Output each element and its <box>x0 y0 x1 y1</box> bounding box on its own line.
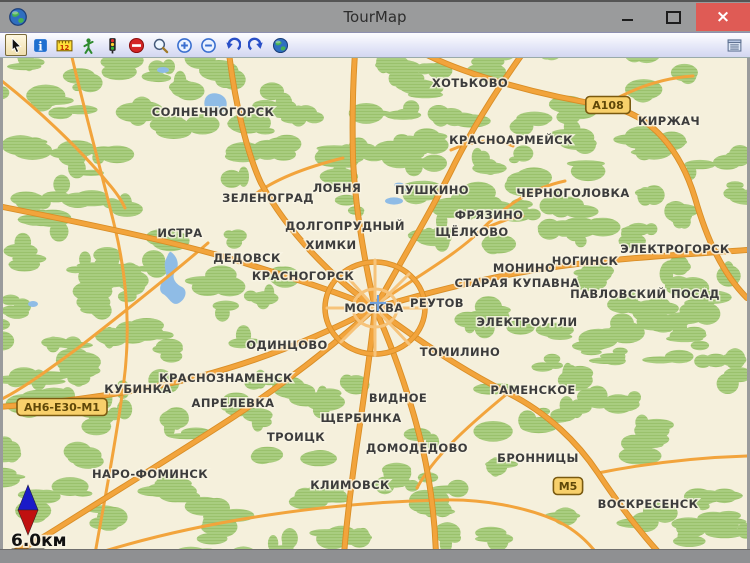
pointer-icon <box>11 36 22 53</box>
zoom-out-button[interactable] <box>197 34 219 56</box>
undo-icon <box>225 37 241 50</box>
app-window: TourMap × i 12 ХОТЬКОВО СОЛНЕЧНОГОРСК КИРЖА… <box>0 0 750 563</box>
city-label: ЛОБНЯ <box>313 181 362 195</box>
city-label: КРАСНОАРМЕЙСК <box>449 132 573 147</box>
city-label: ХИМКИ <box>306 238 357 252</box>
undo-button[interactable] <box>221 34 243 56</box>
globe-icon <box>9 8 27 26</box>
city-label: ФРЯЗИНО <box>455 208 524 222</box>
city-label: КУБИНКА <box>104 382 171 396</box>
city-label: ВИДНОЕ <box>369 391 427 405</box>
person-button[interactable] <box>77 34 99 56</box>
no-entry-button[interactable] <box>125 34 147 56</box>
road-badge-label: М5 <box>559 480 578 493</box>
city-label: КИРЖАЧ <box>638 114 700 128</box>
report-button[interactable] <box>723 34 745 56</box>
traffic-light-button[interactable] <box>101 34 123 56</box>
city-label: НОГИНСК <box>552 254 619 268</box>
zoom-out-icon <box>200 37 216 53</box>
city-label: СТАРАЯ КУПАВНА <box>454 276 579 290</box>
road-badge-label: АН6-Е30-М1 <box>24 401 100 414</box>
magnifier-button[interactable] <box>149 34 171 56</box>
toolbar: i 12 <box>0 32 750 58</box>
magnifier-icon <box>153 38 168 53</box>
zoom-in-icon <box>176 37 192 53</box>
window-bottom-border <box>0 549 750 563</box>
person-icon <box>82 37 94 54</box>
city-label: МОНИНО <box>493 261 555 275</box>
city-label: ТРОИЦК <box>267 430 325 444</box>
city-label: ДОЛГОПРУДНЫЙ <box>285 218 405 233</box>
city-label: ПУШКИНО <box>395 183 469 197</box>
city-label: КРАСНОГОРСК <box>252 269 355 283</box>
redo-button[interactable] <box>245 34 267 56</box>
city-label: ОДИНЦОВО <box>246 338 327 352</box>
info-icon: i <box>33 38 47 53</box>
ruler-icon: 12 <box>56 39 72 51</box>
svg-text:12: 12 <box>59 43 69 51</box>
city-label: ЩЁЛКОВО <box>435 224 508 239</box>
info-button[interactable]: i <box>29 34 51 56</box>
city-label: ХОТЬКОВО <box>432 76 508 90</box>
city-label: НАРО-ФОМИНСК <box>92 467 208 481</box>
window-controls: × <box>604 2 750 32</box>
city-label: СОЛНЕЧНОГОРСК <box>152 105 275 119</box>
city-label: РАМЕНСКОЕ <box>490 383 575 397</box>
close-button[interactable]: × <box>696 3 750 31</box>
map-scale-label: 6.0км <box>11 531 67 549</box>
city-label: ПАВЛОВСКИЙ ПОСАД <box>570 286 720 301</box>
city-label: ДОМОДЕДОВО <box>366 441 468 455</box>
city-label: ИСТРА <box>157 226 202 240</box>
globe-button[interactable] <box>269 34 291 56</box>
traffic-light-icon <box>108 37 116 53</box>
city-label: КЛИМОВСК <box>310 478 390 492</box>
pointer-button[interactable] <box>5 34 27 56</box>
city-label: ТОМИЛИНО <box>420 345 500 359</box>
map-area[interactable]: ХОТЬКОВО СОЛНЕЧНОГОРСК КИРЖАЧ КРАСНОАРМЕЙСК… <box>3 58 747 549</box>
redo-icon <box>247 37 263 50</box>
zoom-in-button[interactable] <box>173 34 195 56</box>
maximize-button[interactable] <box>650 3 696 31</box>
svg-text:i: i <box>38 39 43 53</box>
city-label: КРАСНОЗНАМЕНСК <box>159 371 293 385</box>
city-label: ЭЛЕКТРОУГЛИ <box>476 315 577 329</box>
city-label: ВОСКРЕСЕНСК <box>598 497 699 511</box>
no-entry-icon <box>128 37 144 53</box>
city-label: АПРЕЛЕВКА <box>192 396 275 410</box>
city-label: ЧЕРНОГОЛОВКА <box>516 186 629 200</box>
map-canvas[interactable]: ХОТЬКОВО СОЛНЕЧНОГОРСК КИРЖАЧ КРАСНОАРМЕЙСК… <box>3 58 747 549</box>
title-bar: TourMap × <box>0 2 750 32</box>
city-label: ЗЕЛЕНОГРАД <box>222 191 314 205</box>
city-label: ДЕДОВСК <box>213 251 281 265</box>
road-badge-label: А108 <box>592 99 623 112</box>
report-icon <box>727 38 741 52</box>
city-label: ЭЛЕКТРОГОРСК <box>620 242 730 256</box>
minimize-button[interactable] <box>604 3 650 31</box>
globe-icon <box>272 37 288 53</box>
app-globe-icon <box>8 7 28 27</box>
ruler-button[interactable]: 12 <box>53 34 75 56</box>
city-label: ЩЕРБИНКА <box>320 411 401 425</box>
city-label: РЕУТОВ <box>410 296 464 310</box>
city-label: БРОННИЦЫ <box>497 451 579 465</box>
